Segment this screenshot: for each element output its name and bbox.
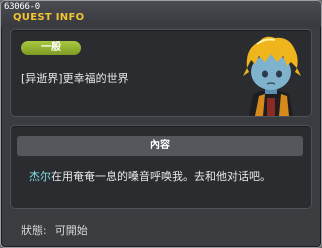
npc-portrait-icon <box>243 36 301 116</box>
npc-name: 杰尔 <box>29 170 51 183</box>
content-header: 內容 <box>17 136 303 156</box>
content-text: 在用奄奄一息的嗓音呼唤我。去和他对话吧。 <box>51 170 271 183</box>
window-title: QUEST INFO <box>13 12 85 23</box>
status-label: 狀態: <box>21 224 47 237</box>
status-value: 可開始 <box>54 224 88 237</box>
quest-content-panel: 內容 杰尔在用奄奄一息的嗓音呼唤我。去和他对话吧。 <box>10 125 312 209</box>
quest-status: 狀態: 可開始 <box>21 222 88 238</box>
window-id: 63066-0 <box>4 2 40 12</box>
quest-summary-panel: 一般 [异逝界]更幸福的世界 <box>10 29 312 117</box>
quest-category-badge: 一般 <box>21 41 81 55</box>
quest-info-window: 63066-0 QUEST INFO 一般 [异逝界]更幸福的世界 內容 杰尔在… <box>0 0 322 248</box>
title-bar[interactable]: 63066-0 QUEST INFO <box>1 1 321 27</box>
content-description: 杰尔在用奄奄一息的嗓音呼唤我。去和他对话吧。 <box>29 168 271 184</box>
quest-name: [异逝界]更幸福的世界 <box>21 72 129 85</box>
